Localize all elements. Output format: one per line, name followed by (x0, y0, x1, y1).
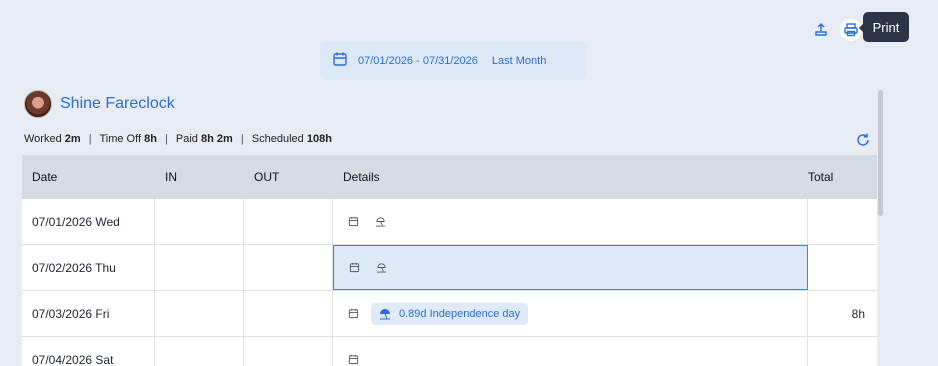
col-out: OUT (254, 170, 280, 184)
row-out[interactable] (244, 291, 333, 336)
worked-value: 2m (64, 133, 81, 145)
row-date: 07/03/2026 Fri (22, 291, 155, 336)
time-off-label: 0.89d Independence day (399, 307, 521, 320)
date-range-value: 07/01/2026 - 07/31/2026 (358, 54, 478, 67)
schedule-icon[interactable] (348, 216, 359, 227)
row-details[interactable] (333, 337, 808, 366)
schedule-icon[interactable] (349, 262, 360, 273)
worked-label: Worked (24, 133, 62, 145)
row-total: 8h (851, 306, 865, 321)
schedule-icon[interactable] (348, 354, 359, 365)
row-details[interactable] (333, 245, 808, 290)
col-date: Date (32, 170, 58, 184)
row-in[interactable] (155, 245, 244, 290)
avatar (24, 90, 52, 118)
paid-value: 8h 2m (201, 133, 233, 145)
beach-umbrella-icon (380, 308, 390, 319)
scheduled-value: 108h (306, 133, 332, 145)
row-details[interactable] (333, 199, 808, 244)
time-off-chip[interactable]: 0.89d Independence day (371, 302, 529, 325)
row-total (808, 337, 877, 366)
row-details[interactable]: 0.89d Independence day (333, 291, 808, 336)
row-in[interactable] (155, 199, 244, 244)
row-out[interactable] (244, 337, 333, 366)
row-total (808, 199, 877, 244)
date-range-preset: Last Month (491, 54, 547, 67)
row-total (808, 245, 877, 290)
row-in[interactable] (155, 337, 244, 366)
hours-summary: Worked 2m | Time Off 8h | Paid 8h 2m | S… (24, 133, 332, 145)
table-row[interactable]: 07/01/2026 Wed (22, 199, 877, 245)
table-header: Date IN OUT Details Total (22, 155, 877, 199)
col-in: IN (165, 170, 177, 184)
row-date: 07/04/2026 Sat (22, 337, 155, 366)
export-icon[interactable] (810, 19, 832, 41)
timeoff-value: 8h (144, 133, 157, 145)
timeoff-label: Time Off (99, 133, 142, 145)
time-off-icon[interactable] (375, 216, 386, 227)
scrollbar[interactable] (878, 90, 883, 216)
row-in[interactable] (155, 291, 244, 336)
table-row[interactable]: 07/04/2026 Sat (22, 337, 877, 366)
print-tooltip: Print (859, 12, 909, 42)
table-row[interactable]: 07/02/2026 Thu (22, 245, 877, 291)
row-out[interactable] (244, 245, 333, 290)
table-row[interactable]: 07/03/2026 Fri 0.89d Independence day 8h (22, 291, 877, 337)
timesheet-table: Date IN OUT Details Total 07/01/2026 Wed… (22, 155, 877, 366)
employee-header: Shine Fareclock (24, 90, 175, 118)
row-out[interactable] (244, 199, 333, 244)
date-range-picker[interactable]: 07/01/2026 - 07/31/2026 Last Month (320, 41, 586, 80)
col-details: Details (343, 170, 380, 184)
refresh-icon[interactable] (855, 132, 871, 148)
paid-label: Paid (175, 133, 198, 145)
schedule-icon[interactable] (348, 308, 359, 319)
row-date: 07/02/2026 Thu (22, 245, 155, 290)
col-total: Total (808, 170, 834, 184)
employee-name[interactable]: Shine Fareclock (60, 95, 175, 113)
time-off-icon[interactable] (376, 262, 387, 273)
scheduled-label: Scheduled (251, 133, 304, 145)
row-date: 07/01/2026 Wed (22, 199, 155, 244)
calendar-icon (332, 51, 358, 70)
